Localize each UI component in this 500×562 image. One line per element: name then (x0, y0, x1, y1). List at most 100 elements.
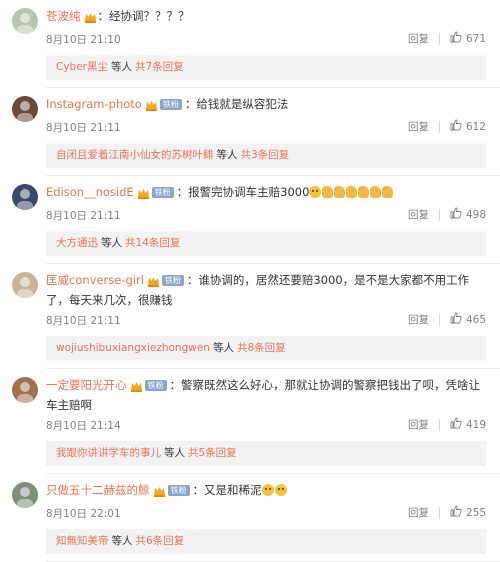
thumbs-up-emoji-icon (334, 186, 346, 198)
comment-username[interactable]: Edison__nosidE (46, 185, 134, 199)
thumbs-up-icon[interactable] (450, 119, 462, 134)
comment-time: 8月10日 21:11 (46, 122, 121, 134)
comment-username[interactable]: 一定要阳光开心 (46, 378, 127, 392)
reply-summary-user[interactable]: wojiushibuxiangxiezhongwen (56, 342, 210, 354)
comment-text: ：给钱就是纵容犯法 (184, 97, 289, 111)
reply-summary-etc: 等人 (101, 237, 122, 249)
reply-summary-etc: 等人 (164, 447, 185, 459)
reply-summary[interactable]: Cyber黑尘 等人 共7条回复 (46, 55, 486, 80)
vip-crown-icon (84, 11, 97, 28)
comment-text: ：又是和稀泥 (192, 483, 262, 497)
comment-time: 8月10日 21:11 (46, 315, 121, 327)
reply-button[interactable]: 回复 (408, 207, 429, 222)
fan-badge: 铁粉 (159, 99, 182, 110)
reply-summary-count[interactable]: 共6条回复 (136, 535, 185, 547)
comment-text: ：经协调？？？？ (97, 9, 190, 23)
reply-summary[interactable]: 我跟你讲讲学车的事儿 等人 共5条回复 (46, 441, 486, 466)
comment-username[interactable]: 苍波纯 (46, 9, 81, 23)
comment-item: 苍波纯 ：经协调？？？？ 8月10日 21:10 回复 671 Cyber黑尘 等人… (0, 0, 500, 88)
like-count: 498 (465, 208, 486, 221)
comment-list: 苍波纯 ：经协调？？？？ 8月10日 21:10 回复 671 Cyber黑尘 等人… (0, 0, 500, 562)
reply-summary[interactable]: 知無知美帝 等人 共6条回复 (46, 529, 486, 554)
reply-summary-user[interactable]: 知無知美帝 (56, 535, 109, 547)
thumbs-up-emoji-icon (322, 186, 334, 198)
reply-summary-etc: 等人 (111, 535, 133, 547)
reply-button[interactable]: 回复 (408, 31, 429, 46)
smiley-emoji-icon (261, 484, 274, 496)
thumbs-up-emoji-icon (346, 186, 358, 198)
fan-badge: 铁粉 (144, 380, 167, 391)
vip-crown-icon (130, 380, 143, 397)
action-divider (438, 506, 440, 519)
action-divider (438, 120, 440, 133)
thumbs-up-emoji-icon (382, 186, 394, 198)
thumbs-up-icon[interactable] (450, 505, 462, 520)
action-divider (438, 32, 440, 45)
smiley-emoji-icon (309, 186, 322, 198)
reply-button[interactable]: 回复 (408, 505, 429, 520)
vip-crown-icon (147, 275, 160, 292)
vip-crown-icon (137, 187, 150, 204)
comment-text: ：报警完协调车主赔3000 (176, 185, 310, 199)
vip-crown-icon (145, 99, 158, 116)
comment-time: 8月10日 21:10 (46, 34, 121, 46)
comment-time: 8月10日 21:11 (46, 210, 121, 222)
like-count: 465 (465, 313, 486, 326)
reply-button[interactable]: 回复 (408, 119, 429, 134)
avatar[interactable] (12, 377, 38, 403)
comment-username[interactable]: 匡威converse-girl (46, 273, 144, 287)
fan-badge: 铁粉 (167, 485, 190, 496)
reply-summary-count[interactable]: 共5条回复 (188, 447, 237, 459)
reply-summary-count[interactable]: 共3条回复 (241, 149, 290, 161)
avatar-image (12, 272, 38, 298)
reply-summary[interactable]: 大方通迅 等人 共14条回复 (46, 231, 486, 256)
thumbs-up-icon[interactable] (450, 31, 462, 46)
action-divider (438, 418, 440, 431)
emoji-group (261, 483, 288, 497)
reply-summary-user[interactable]: 我跟你讲讲学车的事儿 (56, 447, 161, 459)
avatar[interactable] (12, 184, 38, 210)
comment-item: 匡威converse-girl 铁粉 ：谁协调的，居然还要赔3000，是不是大家都不… (0, 264, 500, 369)
reply-summary-user[interactable]: Cyber黑尘 (56, 61, 108, 73)
fan-badge: 铁粉 (151, 187, 174, 198)
comment-item: 一定要阳光开心 铁粉 ：警察既然这么好心，那就让协调的警察把钱出了呗，凭啥让车主赔啊… (0, 369, 500, 474)
reply-summary-count[interactable]: 共14条回复 (125, 237, 180, 249)
reply-button[interactable]: 回复 (408, 417, 429, 432)
comment-item: Edison__nosidE 铁粉 ：报警完协调车主赔3000 8月10日 21:1… (0, 176, 500, 264)
avatar-image (12, 377, 38, 403)
comment-time: 8月10日 22:01 (46, 508, 121, 520)
reply-summary-count[interactable]: 共8条回复 (237, 342, 286, 354)
reply-summary-etc: 等人 (111, 61, 132, 73)
reply-summary-user[interactable]: 大方通迅 (56, 237, 98, 249)
thumbs-up-icon[interactable] (450, 207, 462, 222)
like-count: 671 (465, 32, 486, 45)
avatar-image (12, 482, 38, 508)
thumbs-up-icon[interactable] (450, 417, 462, 432)
reply-summary[interactable]: 自闭且爱着江南小仙女的苏树叶鲱 等人 共3条回复 (46, 143, 486, 168)
fan-badge: 铁粉 (161, 275, 184, 286)
reply-summary-etc: 等人 (216, 149, 238, 161)
action-divider (438, 313, 440, 326)
avatar-image (12, 96, 38, 122)
reply-summary-count[interactable]: 共7条回复 (135, 61, 184, 73)
avatar-image (12, 8, 38, 34)
comment-username[interactable]: 只做五十二赫兹的鲸 (46, 483, 150, 497)
emoji-group (309, 185, 394, 199)
avatar[interactable] (12, 272, 38, 298)
comment-item: Instagram-photo 铁粉 ：给钱就是纵容犯法 8月10日 21:11 回… (0, 88, 500, 176)
comment-username[interactable]: Instagram-photo (46, 97, 142, 111)
comment-time: 8月10日 21:14 (46, 420, 121, 432)
like-count: 255 (465, 506, 486, 519)
avatar[interactable] (12, 8, 38, 34)
action-divider (438, 208, 440, 221)
reply-summary[interactable]: wojiushibuxiangxiezhongwen 等人 共8条回复 (46, 336, 486, 361)
reply-summary-user[interactable]: 自闭且爱着江南小仙女的苏树叶鲱 (56, 149, 214, 161)
avatar-image (12, 184, 38, 210)
avatar[interactable] (12, 482, 38, 508)
avatar[interactable] (12, 96, 38, 122)
smiley-emoji-icon (274, 484, 287, 496)
thumbs-up-icon[interactable] (450, 312, 462, 327)
reply-button[interactable]: 回复 (408, 312, 429, 327)
like-count: 419 (465, 418, 486, 431)
comment-item: 只做五十二赫兹的鲸 铁粉 ：又是和稀泥 8月10日 22:01 回复 255 知無知… (0, 474, 500, 562)
